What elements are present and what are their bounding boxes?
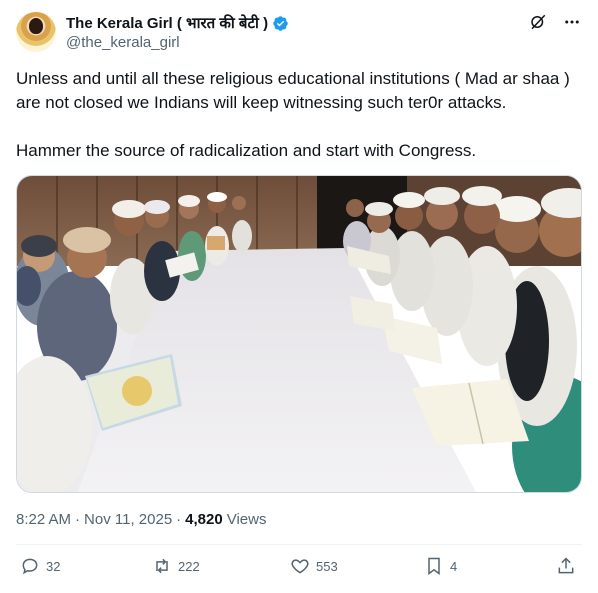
avatar[interactable] <box>16 12 56 52</box>
repost-icon <box>156 558 168 574</box>
views-count: 4,820 <box>185 511 223 528</box>
bookmark-button[interactable]: 4 <box>424 556 457 576</box>
meta-separator: · <box>75 511 81 528</box>
bookmark-icon <box>428 557 440 575</box>
verified-badge-icon <box>273 15 288 31</box>
action-bar: 32 222 553 4 <box>16 556 582 584</box>
tweet-photo[interactable] <box>16 175 582 493</box>
header-icons <box>528 12 582 32</box>
bookmark-count: 4 <box>450 558 458 574</box>
like-button[interactable]: 553 <box>290 556 338 576</box>
tweet-text: Unless and until all these religious edu… <box>16 69 570 160</box>
reply-icon <box>22 558 38 575</box>
repost-count: 222 <box>178 558 200 574</box>
reply-button[interactable]: 32 <box>20 556 60 576</box>
repost-button[interactable]: 222 <box>152 556 200 576</box>
photo-students-reading <box>17 176 581 492</box>
author-name-row: The Kerala Girl ( भारत की बेटी ) <box>66 13 289 33</box>
share-button[interactable] <box>556 556 576 576</box>
divider <box>16 544 582 545</box>
tweet-time[interactable]: 8:22 AM <box>16 511 71 528</box>
more-icon[interactable] <box>562 12 582 32</box>
tweet-header: The Kerala Girl ( भारत की बेटी ) @the_ke… <box>16 12 582 56</box>
views-label: Views <box>226 511 267 528</box>
share-icon <box>558 557 574 574</box>
meta-separator: · <box>176 511 182 528</box>
like-count: 553 <box>316 558 338 574</box>
author-name[interactable]: The Kerala Girl ( भारत की बेटी ) <box>66 13 268 33</box>
tweet-date[interactable]: Nov 11, 2025 <box>84 511 172 528</box>
tweet-meta: 8:22 AM · Nov 11, 2025 · 4,820 Views <box>16 511 266 528</box>
author-handle[interactable]: @the_kerala_girl <box>66 34 180 51</box>
grok-icon[interactable] <box>528 12 548 32</box>
heart-icon <box>291 559 309 574</box>
reply-count: 32 <box>46 558 61 574</box>
